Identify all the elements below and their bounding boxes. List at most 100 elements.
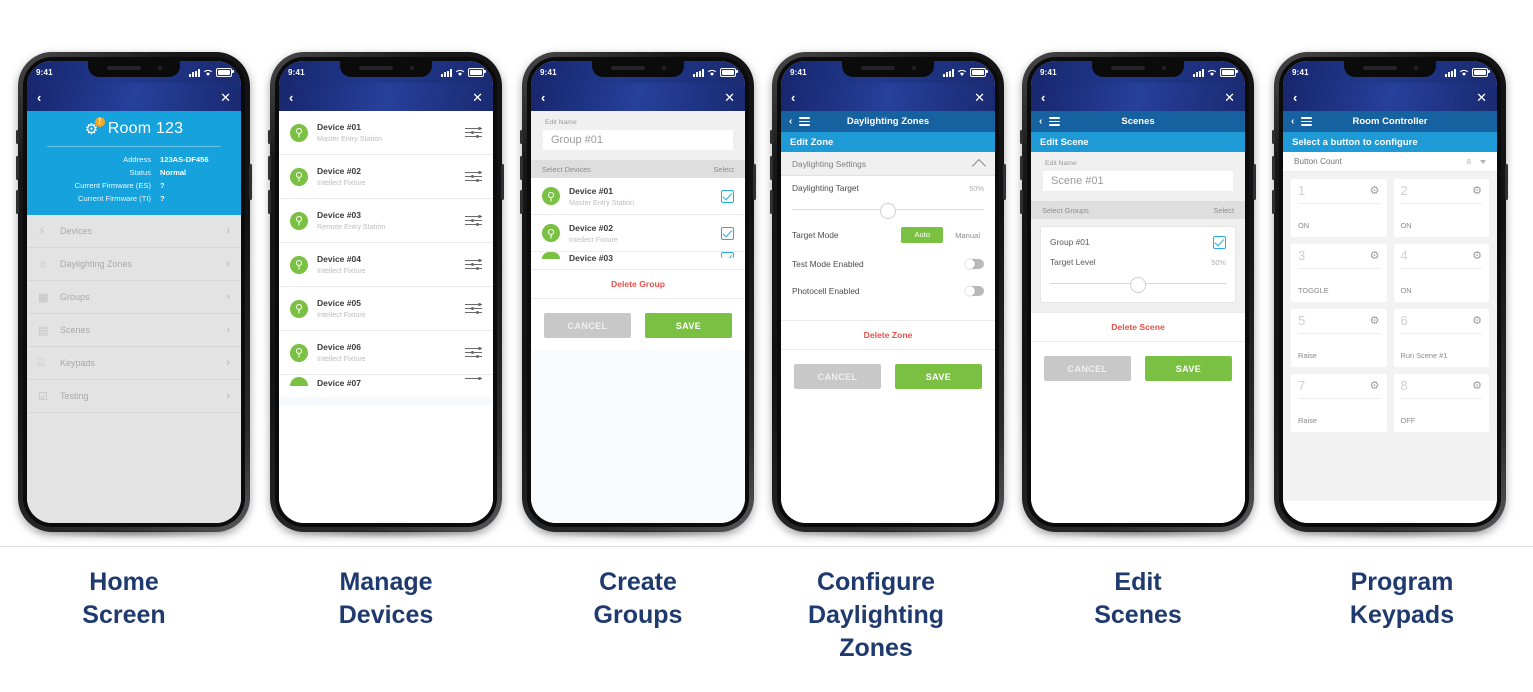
app-navbar: ‹ ✕ xyxy=(279,83,493,111)
cancel-button[interactable]: CANCEL xyxy=(544,313,631,338)
back-icon[interactable]: ‹ xyxy=(1039,116,1042,127)
notch xyxy=(88,61,180,77)
list-item[interactable]: ⚲ Device #03 Remote Entry Station xyxy=(279,199,493,243)
gear-icon[interactable]: ⚙ xyxy=(1370,183,1380,199)
list-item[interactable]: ⚲ Device #02 Intellect Fixture xyxy=(279,155,493,199)
back-icon[interactable]: ‹ xyxy=(1041,91,1045,104)
back-icon[interactable]: ‹ xyxy=(789,116,792,127)
save-button[interactable]: SAVE xyxy=(645,313,732,338)
delete-zone-button[interactable]: Delete Zone xyxy=(781,320,995,350)
group-row[interactable]: Group #01 xyxy=(1050,232,1226,252)
list-item[interactable]: Device #07 xyxy=(279,375,493,397)
sliders-icon[interactable] xyxy=(465,346,482,359)
checkbox-checked[interactable] xyxy=(721,226,734,240)
keypad-button-2[interactable]: 2 ⚙ ON xyxy=(1393,179,1489,237)
slider-knob[interactable] xyxy=(880,203,896,219)
back-icon[interactable]: ‹ xyxy=(1293,91,1297,104)
close-icon[interactable]: ✕ xyxy=(724,91,735,104)
sliders-icon[interactable] xyxy=(465,258,482,271)
keypad-button-4[interactable]: 4 ⚙ ON xyxy=(1393,244,1489,302)
daylighting-target-slider[interactable] xyxy=(792,200,984,220)
back-icon[interactable]: ‹ xyxy=(37,91,41,104)
screenshot-stage: 9:41 ‹ ✕ ⚙ ! Room 123 Address 123AS-DF45… xyxy=(0,0,1533,692)
target-level-slider[interactable] xyxy=(1050,274,1226,294)
close-icon[interactable]: ✕ xyxy=(1476,91,1487,104)
menu-item-daylighting-zones[interactable]: ☼ Daylighting Zones › xyxy=(27,248,241,281)
info-value: Normal xyxy=(160,168,187,177)
close-icon[interactable]: ✕ xyxy=(220,91,231,104)
app-navbar: ‹ ✕ xyxy=(781,83,995,111)
close-icon[interactable]: ✕ xyxy=(1224,91,1235,104)
info-key: Address xyxy=(123,155,151,164)
checkbox-checked[interactable] xyxy=(721,252,734,258)
keypad-button-8[interactable]: 8 ⚙ OFF xyxy=(1393,374,1489,432)
gear-icon[interactable]: ⚙ xyxy=(1472,313,1482,329)
menu-item-scenes[interactable]: ▤ Scenes › xyxy=(27,314,241,347)
save-button[interactable]: SAVE xyxy=(1145,356,1232,381)
list-item[interactable]: Device #03 xyxy=(531,252,745,269)
sliders-icon[interactable] xyxy=(465,126,482,139)
hamburger-menu-icon[interactable] xyxy=(1049,117,1061,126)
checkbox-checked[interactable] xyxy=(721,189,734,203)
device-name: Device #01 xyxy=(317,122,361,132)
close-icon[interactable]: ✕ xyxy=(472,91,483,104)
hamburger-menu-icon[interactable] xyxy=(799,117,811,126)
menu-item-testing[interactable]: ☑ Testing › xyxy=(27,380,241,413)
delete-scene-button[interactable]: Delete Scene xyxy=(1031,312,1245,342)
sliders-icon[interactable] xyxy=(465,302,482,315)
gear-icon[interactable]: ⚙ xyxy=(1472,183,1482,199)
daylighting-settings-accordion[interactable]: Daylighting Settings xyxy=(781,152,995,176)
cancel-button[interactable]: CANCEL xyxy=(1044,356,1131,381)
group-name-input[interactable]: Group #01 xyxy=(543,130,733,150)
menu-item-groups[interactable]: ▦ Groups › xyxy=(27,281,241,314)
photocell-toggle[interactable] xyxy=(965,285,984,296)
phone-bezel: 9:41 ‹ ✕ ‹ Room Controller Select a butt… xyxy=(1279,57,1501,527)
gear-icon[interactable]: ⚙ xyxy=(1370,248,1380,264)
target-mode-auto-button[interactable]: Auto xyxy=(901,227,944,243)
keypad-button-6[interactable]: 6 ⚙ Run Scene #1 xyxy=(1393,309,1489,367)
keypad-button-3[interactable]: 3 ⚙ TOGGLE xyxy=(1291,244,1387,302)
spacer xyxy=(1031,393,1245,523)
sliders-icon[interactable] xyxy=(465,214,482,227)
slider-knob[interactable] xyxy=(1130,277,1146,293)
cancel-button[interactable]: CANCEL xyxy=(794,364,881,389)
list-item[interactable]: ⚲ Device #04 Intellect Fixture xyxy=(279,243,493,287)
chevron-down-icon[interactable] xyxy=(1480,159,1486,164)
target-mode-manual-button[interactable]: Manual xyxy=(951,228,984,243)
keypad-button-7[interactable]: 7 ⚙ Raise xyxy=(1291,374,1387,432)
list-item[interactable]: ⚲ Device #02 Intellect Fixture xyxy=(531,215,745,252)
section-action[interactable]: Select xyxy=(1213,206,1234,215)
keypad-button-1[interactable]: 1 ⚙ ON xyxy=(1291,179,1387,237)
hamburger-menu-icon[interactable] xyxy=(1301,117,1313,126)
back-icon[interactable]: ‹ xyxy=(791,91,795,104)
gear-icon[interactable]: ⚙ ! xyxy=(85,117,105,138)
gear-icon[interactable]: ⚙ xyxy=(1472,378,1482,394)
groups-icon: ▦ xyxy=(38,291,49,304)
checkbox-checked[interactable] xyxy=(1213,235,1226,249)
sliders-icon[interactable] xyxy=(465,377,482,381)
gear-icon[interactable]: ⚙ xyxy=(1370,313,1380,329)
menu-item-devices[interactable]: ⚡ Devices › xyxy=(27,215,241,248)
section-action[interactable]: Select xyxy=(713,165,734,174)
delete-group-button[interactable]: Delete Group xyxy=(531,269,745,299)
back-icon[interactable]: ‹ xyxy=(1291,116,1294,127)
list-item[interactable]: ⚲ Device #01 Master Entry Station xyxy=(279,111,493,155)
close-icon[interactable]: ✕ xyxy=(974,91,985,104)
button-action: OFF xyxy=(1400,416,1416,425)
menu-item-keypads[interactable]: ⌸ Keypads › xyxy=(27,347,241,380)
back-icon[interactable]: ‹ xyxy=(289,91,293,104)
gear-icon[interactable]: ⚙ xyxy=(1472,248,1482,264)
list-item[interactable]: ⚲ Device #06 Intellect Fixture xyxy=(279,331,493,375)
keypad-button-5[interactable]: 5 ⚙ Raise xyxy=(1291,309,1387,367)
back-icon[interactable]: ‹ xyxy=(541,91,545,104)
device-name: Device #03 xyxy=(569,253,613,263)
sliders-icon[interactable] xyxy=(465,170,482,183)
list-item[interactable]: ⚲ Device #05 Intellect Fixture xyxy=(279,287,493,331)
test-mode-toggle[interactable] xyxy=(965,258,984,269)
gear-icon[interactable]: ⚙ xyxy=(1370,378,1380,394)
list-item[interactable]: ⚲ Device #01 Master Entry Station xyxy=(531,178,745,215)
button-count-row[interactable]: Button Count 8 xyxy=(1283,152,1497,172)
save-button[interactable]: SAVE xyxy=(895,364,982,389)
scene-name-input[interactable]: Scene #01 xyxy=(1043,171,1233,191)
magnifier-circle-icon xyxy=(290,377,308,386)
